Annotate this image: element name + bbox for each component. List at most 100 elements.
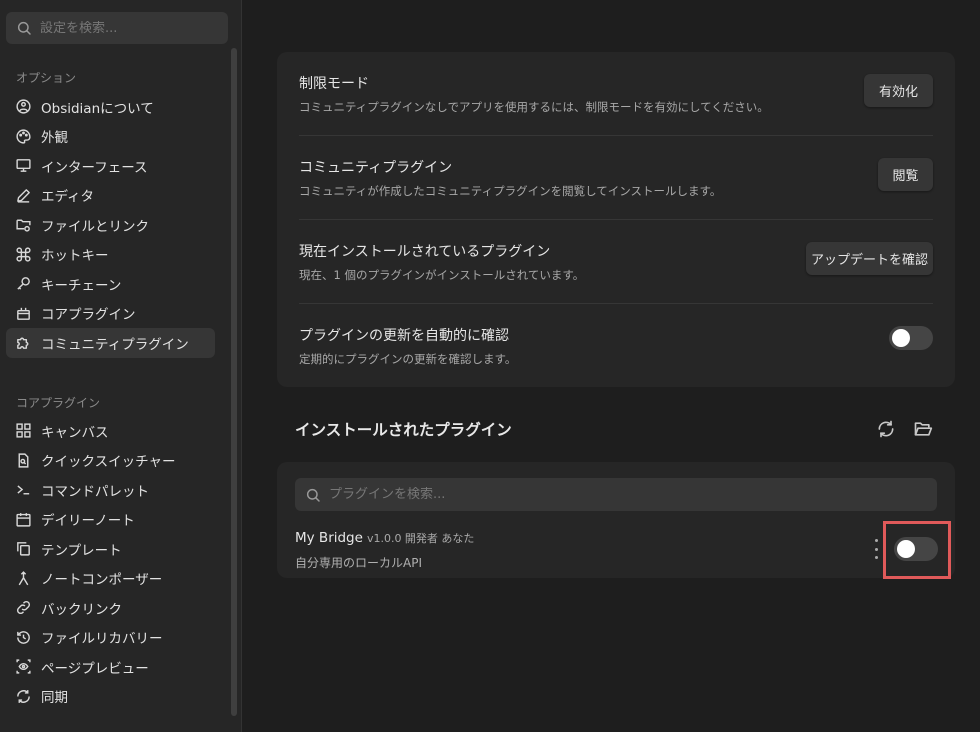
eye-icon — [14, 658, 32, 676]
folder-link-icon — [14, 216, 32, 234]
pen-icon — [14, 186, 32, 204]
nav-item-label: 外観 — [41, 130, 68, 147]
palette-icon — [14, 127, 32, 145]
enable-restricted-mode-button[interactable]: 有効化 — [864, 74, 933, 107]
nav-item-editor[interactable]: エディタ — [6, 181, 215, 211]
nav-item-label: テンプレート — [41, 542, 122, 559]
nav-item-daily-notes[interactable]: デイリーノート — [6, 505, 215, 535]
nav-item-appearance[interactable]: 外観 — [6, 122, 215, 152]
nav-item-file-recovery[interactable]: ファイルリカバリー — [6, 623, 215, 653]
setting-community-plugins: コミュニティプラグイン コミュニティが作成したコミュニティプラグインを閲覧してイ… — [299, 157, 933, 199]
nav-item-templates[interactable]: テンプレート — [6, 534, 215, 564]
nav-item-label: コミュニティプラグイン — [41, 336, 189, 353]
plugin-more-options-button[interactable] — [870, 539, 882, 559]
open-plugins-folder-button[interactable] — [911, 417, 935, 441]
plugin-meta: v1.0.0 開発者 あなた — [366, 532, 475, 545]
nav-item-community-plugins[interactable]: コミュニティプラグイン — [6, 328, 215, 358]
nav-item-label: クイックスイッチャー — [41, 454, 176, 471]
nav-item-files-links[interactable]: ファイルとリンク — [6, 210, 215, 240]
core-section-header: コアプラグイン — [16, 396, 101, 410]
nav-item-label: ホットキー — [41, 248, 109, 265]
settings-sidebar: オプション Obsidianについて 外観 インターフェース エディタ ファイル… — [0, 0, 242, 732]
options-nav: Obsidianについて 外観 インターフェース エディタ ファイルとリンク ホ… — [6, 92, 215, 358]
nav-item-label: ファイルリカバリー — [41, 631, 163, 648]
settings-search-box[interactable] — [6, 12, 228, 44]
nav-item-command-palette[interactable]: コマンドパレット — [6, 475, 215, 505]
browse-plugins-button[interactable]: 閲覧 — [878, 158, 933, 191]
key-icon — [14, 275, 32, 293]
divider — [299, 135, 933, 136]
nav-item-label: 同期 — [41, 690, 68, 707]
merge-icon — [14, 569, 32, 587]
setting-name: コミュニティプラグイン — [299, 160, 453, 176]
nav-item-sync[interactable]: 同期 — [6, 682, 215, 712]
history-icon — [14, 628, 32, 646]
nav-item-label: エディタ — [41, 189, 95, 206]
nav-item-label: ノートコンポーザー — [41, 572, 163, 589]
nav-item-label: ファイルとリンク — [41, 218, 149, 235]
highlight-box — [883, 521, 951, 579]
plugin-description: 自分専用のローカルAPI — [295, 556, 422, 570]
nav-item-label: コマンドパレット — [41, 483, 149, 500]
nav-item-label: インターフェース — [41, 159, 148, 176]
setting-name: 制限モード — [299, 76, 369, 92]
nav-item-interface[interactable]: インターフェース — [6, 151, 215, 181]
info-icon — [14, 98, 32, 116]
sidebar-scrollbar[interactable] — [231, 48, 237, 716]
setting-auto-update: プラグインの更新を自動的に確認 定期的にプラグインの更新を確認します。 — [299, 325, 933, 367]
nav-item-about[interactable]: Obsidianについて — [6, 92, 215, 122]
plug-icon — [14, 304, 32, 322]
nav-item-label: バックリンク — [41, 601, 122, 618]
nav-item-note-composer[interactable]: ノートコンポーザー — [6, 564, 215, 594]
divider — [299, 303, 933, 304]
nav-item-label: Obsidianについて — [41, 100, 154, 117]
nav-item-canvas[interactable]: キャンバス — [6, 416, 215, 446]
search-icon — [306, 488, 320, 502]
plugin-search-box[interactable] — [295, 478, 937, 511]
file-search-icon — [14, 451, 32, 469]
nav-item-label: キーチェーン — [41, 277, 122, 294]
calendar-icon — [14, 510, 32, 528]
nav-item-label: ページプレビュー — [41, 660, 149, 677]
refresh-icon — [878, 420, 894, 438]
setting-desc: コミュニティプラグインなしでアプリを使用するには、制限モードを有効にしてください… — [299, 100, 769, 114]
nav-item-hotkeys[interactable]: ホットキー — [6, 240, 215, 270]
folder-open-icon — [914, 422, 933, 436]
nav-item-backlinks[interactable]: バックリンク — [6, 593, 215, 623]
link-icon — [14, 599, 32, 617]
dot — [874, 539, 878, 542]
setting-restricted-mode: 制限モード コミュニティプラグインなしでアプリを使用するには、制限モードを有効に… — [299, 73, 933, 115]
toggle-knob — [892, 329, 910, 347]
setting-name: プラグインの更新を自動的に確認 — [299, 328, 509, 344]
nav-item-quick-switcher[interactable]: クイックスイッチャー — [6, 446, 215, 476]
setting-desc: 定期的にプラグインの更新を確認します。 — [299, 352, 517, 366]
plugin-name: My Bridge — [295, 530, 363, 546]
sync-icon — [14, 687, 32, 705]
dot — [874, 547, 878, 551]
nav-item-label: コアプラグイン — [41, 307, 136, 324]
plugin-title: My Bridge v1.0.0 開発者 あなた — [295, 530, 474, 546]
installed-plugins-heading: インストールされたプラグイン — [295, 421, 512, 439]
dot — [874, 556, 878, 559]
canvas-icon — [14, 422, 32, 440]
command-icon — [14, 245, 32, 263]
reload-plugins-button[interactable] — [874, 417, 898, 441]
copy-icon — [14, 540, 32, 558]
auto-update-toggle[interactable] — [889, 326, 933, 350]
settings-search-input[interactable] — [40, 20, 210, 36]
check-updates-button[interactable]: アップデートを確認 — [806, 242, 933, 275]
community-settings-card: 制限モード コミュニティプラグインなしでアプリを使用するには、制限モードを有効に… — [277, 52, 955, 387]
nav-item-core-plugins[interactable]: コアプラグイン — [6, 299, 215, 329]
terminal-icon — [14, 481, 32, 499]
options-section-header: オプション — [16, 71, 77, 85]
search-icon — [17, 21, 31, 35]
puzzle-icon — [14, 334, 32, 352]
plugin-search-input[interactable] — [329, 487, 829, 502]
nav-item-keychain[interactable]: キーチェーン — [6, 269, 215, 299]
core-nav: キャンバス クイックスイッチャー コマンドパレット デイリーノート テンプレート… — [6, 416, 215, 711]
divider — [299, 219, 933, 220]
nav-item-label: デイリーノート — [41, 513, 135, 530]
monitor-icon — [14, 157, 32, 175]
nav-item-page-preview[interactable]: ページプレビュー — [6, 652, 215, 682]
nav-item-label: キャンバス — [41, 424, 109, 441]
